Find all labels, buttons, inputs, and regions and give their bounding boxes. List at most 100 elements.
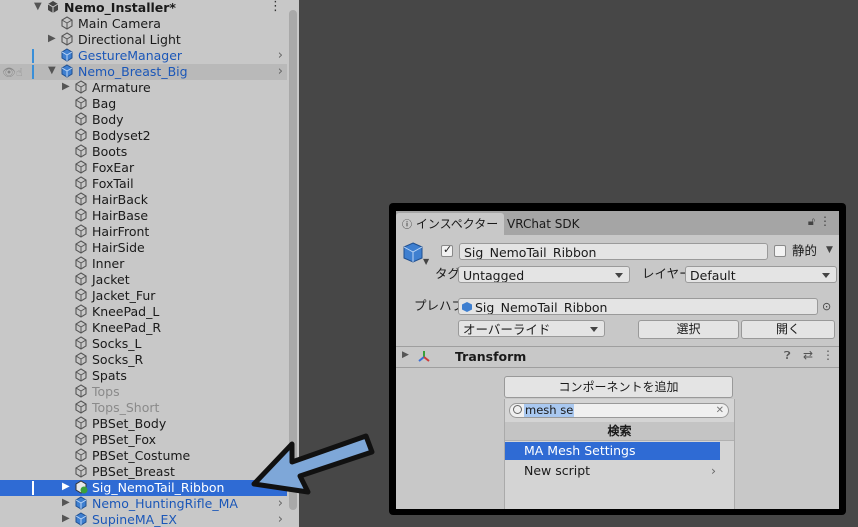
add-component-popup: mesh se ✕ 検索 MA Mesh Settings New script…: [504, 399, 735, 509]
tab-vrchat-sdk[interactable]: VRChat SDK: [501, 213, 586, 235]
overrides-dropdown[interactable]: オーバーライド: [458, 320, 605, 337]
tag-dropdown[interactable]: Untagged: [458, 266, 630, 283]
prefab-label: プレハブ: [414, 298, 465, 313]
transform-component-header[interactable]: ▶ Transform ❓︎ ⇄ ⋮: [396, 346, 839, 368]
expand-arrow-icon[interactable]: ▶: [62, 497, 70, 508]
hierarchy-row[interactable]: Body: [0, 112, 287, 128]
gameobject-icon: [75, 304, 87, 318]
clear-search-icon[interactable]: ✕: [716, 404, 724, 417]
result-label: New script: [524, 463, 591, 478]
hierarchy-row[interactable]: KneePad_R: [0, 320, 287, 336]
hierarchy-row[interactable]: ▶ SupineMA_EX ›: [0, 512, 287, 527]
hierarchy-row[interactable]: HairBack: [0, 192, 287, 208]
hierarchy-row[interactable]: Jacket_Fur: [0, 288, 287, 304]
gameobject-icon: [75, 480, 88, 494]
hierarchy-row[interactable]: PBSet_Costume: [0, 448, 287, 464]
component-search-input[interactable]: mesh se ✕: [509, 403, 729, 418]
hierarchy-row[interactable]: Jacket: [0, 272, 287, 288]
expand-arrow-icon[interactable]: ▶: [48, 33, 56, 44]
hierarchy-row[interactable]: ▶ Directional Light: [0, 32, 287, 48]
lock-icon[interactable]: 🔓︎: [808, 215, 815, 229]
static-dropdown-icon[interactable]: ▼: [826, 245, 833, 255]
hierarchy-row[interactable]: 👁︎ ☝︎ ▼ Nemo_Breast_Big ›: [0, 64, 287, 80]
hierarchy-row-label: PBSet_Costume: [92, 448, 191, 463]
hierarchy-root-row[interactable]: ▼ Nemo_Installer* ⋮: [0, 0, 287, 16]
kebab-menu-icon[interactable]: ⋮: [819, 214, 831, 228]
chevron-right-icon[interactable]: ›: [278, 512, 283, 527]
hierarchy-row[interactable]: Boots: [0, 144, 287, 160]
object-picker-icon[interactable]: ⊙: [822, 300, 831, 313]
hierarchy-row[interactable]: PBSet_Body: [0, 416, 287, 432]
hierarchy-row[interactable]: KneePad_L: [0, 304, 287, 320]
prefab-small-icon: [462, 302, 472, 312]
prefab-value: Sig_NemoTail_Ribbon: [475, 300, 608, 315]
hierarchy-row[interactable]: Bag: [0, 96, 287, 112]
hierarchy-row-label: FoxTail: [92, 176, 134, 191]
hierarchy-row[interactable]: HairSide: [0, 240, 287, 256]
prefab-field[interactable]: Sig_NemoTail_Ribbon: [458, 298, 818, 315]
static-checkbox[interactable]: [774, 245, 786, 257]
hierarchy-row[interactable]: FoxTail: [0, 176, 287, 192]
hierarchy-row[interactable]: Bodyset2: [0, 128, 287, 144]
tab-inspector[interactable]: ⓘ インスペクター: [396, 213, 505, 235]
collapse-arrow-icon[interactable]: ▶: [402, 350, 409, 360]
gameobject-icon: [75, 464, 87, 478]
hierarchy-row-label: Bag: [92, 96, 117, 111]
hierarchy-row[interactable]: GestureManager ›: [0, 48, 287, 64]
hierarchy-row-label: Boots: [92, 144, 128, 159]
expand-arrow-icon[interactable]: ▶: [62, 513, 70, 524]
chevron-right-icon[interactable]: ›: [278, 48, 283, 64]
gameobject-icon: [75, 80, 87, 94]
search-result-new-script[interactable]: New script ›: [505, 462, 720, 480]
expand-arrow-icon[interactable]: ▼: [48, 65, 56, 76]
gameobject-icon: [75, 256, 87, 270]
pickable-hand-icon[interactable]: ☝︎: [16, 66, 23, 79]
icon-dropdown-caret-icon[interactable]: ▼: [423, 257, 429, 266]
visibility-eye-icon[interactable]: 👁︎: [2, 66, 16, 79]
object-name-field[interactable]: Sig_NemoTail_Ribbon: [459, 243, 768, 260]
active-checkbox[interactable]: ✓: [441, 243, 453, 257]
hierarchy-row[interactable]: HairBase: [0, 208, 287, 224]
hierarchy-row[interactable]: Tops_Short: [0, 400, 287, 416]
prefab-marker: [32, 49, 34, 63]
hierarchy-row[interactable]: ▶ Nemo_HuntingRifle_MA ›: [0, 496, 287, 512]
hierarchy-row-label: Bodyset2: [92, 128, 151, 143]
hierarchy-row[interactable]: PBSet_Fox: [0, 432, 287, 448]
expand-arrow-icon[interactable]: ▶: [62, 81, 70, 92]
open-button[interactable]: 開く: [741, 320, 835, 339]
gameobject-icon: [75, 320, 87, 334]
hierarchy-row[interactable]: PBSet_Breast: [0, 464, 287, 480]
select-button[interactable]: 選択: [638, 320, 739, 339]
inspector-tabbar: ⓘ インスペクター VRChat SDK 🔓︎ ⋮: [396, 211, 839, 235]
hierarchy-row-label: KneePad_R: [92, 320, 162, 335]
hierarchy-row[interactable]: ▶ Armature: [0, 80, 287, 96]
hierarchy-row[interactable]: Main Camera: [0, 16, 287, 32]
hierarchy-row-label: Armature: [92, 80, 151, 95]
hierarchy-row-label: Spats: [92, 368, 127, 383]
layer-dropdown[interactable]: Default: [685, 266, 837, 283]
search-result-ma-mesh-settings[interactable]: MA Mesh Settings: [505, 442, 720, 460]
hierarchy-row-label: Main Camera: [78, 16, 161, 31]
hierarchy-row[interactable]: Tops: [0, 384, 287, 400]
hierarchy-row[interactable]: FoxEar: [0, 160, 287, 176]
hierarchy-row[interactable]: Inner: [0, 256, 287, 272]
prefab-marker: [32, 481, 34, 495]
hierarchy-row[interactable]: Socks_L: [0, 336, 287, 352]
kebab-menu-icon[interactable]: ⋮: [822, 348, 834, 362]
add-component-button[interactable]: コンポーネントを追加: [504, 376, 733, 398]
hierarchy-row-label: KneePad_L: [92, 304, 160, 319]
kebab-menu-icon[interactable]: ⋮: [269, 0, 282, 14]
expand-arrow-icon[interactable]: ▶: [62, 481, 70, 492]
hierarchy-row[interactable]: ▶ Sig_NemoTail_Ribbon: [0, 480, 287, 496]
help-icon[interactable]: ❓︎: [784, 349, 791, 363]
gameobject-icon: [75, 96, 87, 110]
tab-vrchat-label: VRChat SDK: [507, 217, 580, 231]
preset-icon[interactable]: ⇄: [803, 348, 813, 362]
hierarchy-row[interactable]: Spats: [0, 368, 287, 384]
gameobject-icon: [75, 240, 87, 254]
expand-arrow-icon[interactable]: ▼: [34, 1, 42, 12]
hierarchy-row[interactable]: Socks_R: [0, 352, 287, 368]
chevron-right-icon[interactable]: ›: [278, 64, 283, 80]
hierarchy-row-label: FoxEar: [92, 160, 135, 175]
hierarchy-row[interactable]: HairFront: [0, 224, 287, 240]
